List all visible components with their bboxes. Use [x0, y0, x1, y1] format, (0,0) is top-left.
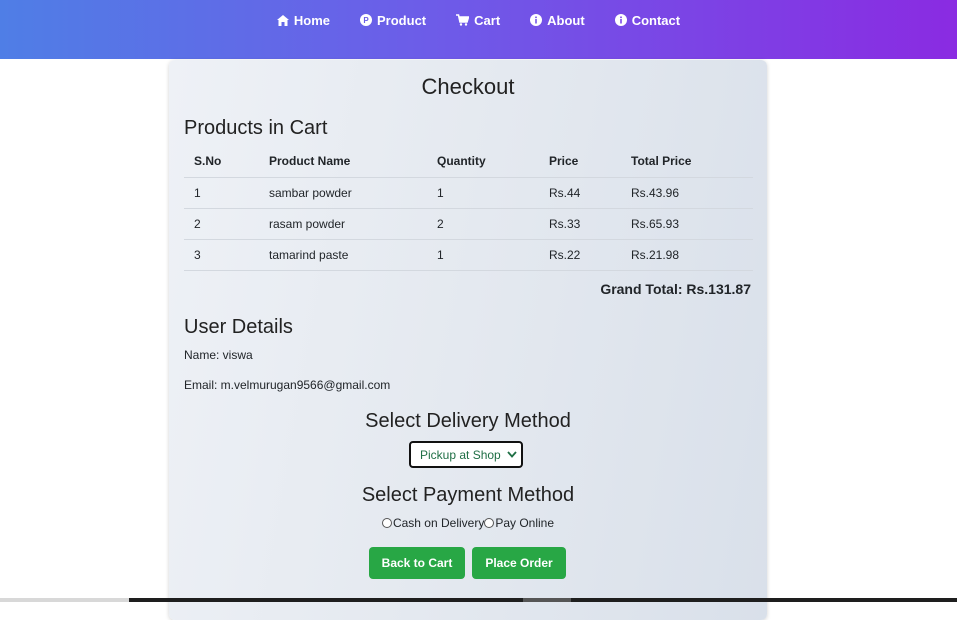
payment-online-radio[interactable]: Pay Online — [484, 516, 554, 530]
table-row: 1 sambar powder 1 Rs.44 Rs.43.96 — [184, 177, 753, 209]
cell-sno: 3 — [184, 239, 259, 271]
cell-total: Rs.65.93 — [621, 208, 753, 240]
user-email: Email: m.velmurugan9566@gmail.com — [184, 378, 391, 392]
cell-quantity: 1 — [427, 177, 539, 209]
info-icon — [530, 14, 543, 26]
user-details-heading: User Details — [184, 316, 293, 338]
product-icon: P — [360, 14, 373, 26]
nav-product[interactable]: P Product — [345, 12, 441, 28]
table-row: 3 tamarind paste 1 Rs.22 Rs.21.98 — [184, 239, 753, 271]
horizontal-scrollbar[interactable] — [129, 598, 957, 602]
payment-cash-radio[interactable]: Cash on Delivery — [381, 516, 485, 530]
nav-about-label: About — [547, 12, 585, 28]
checkout-card: Checkout Products in Cart S.No Product N… — [169, 60, 767, 620]
page-title: Checkout — [421, 74, 515, 99]
cell-quantity: 1 — [427, 239, 539, 271]
products-heading: Products in Cart — [184, 117, 328, 139]
nav-contact[interactable]: Contact — [600, 12, 695, 28]
home-icon — [276, 14, 289, 26]
cell-product: rasam powder — [259, 208, 427, 240]
column-header: S.No — [194, 153, 222, 168]
grand-total: Grand Total: Rs.131.87 — [600, 281, 751, 297]
cell-product: sambar powder — [259, 177, 427, 209]
cell-price: Rs.33 — [539, 208, 621, 240]
payment-heading: Select Payment Method — [361, 484, 575, 506]
delivery-selected-value: Pickup at Shop — [420, 447, 501, 462]
nav-contact-label: Contact — [631, 12, 681, 28]
nav-cart-label: Cart — [474, 12, 501, 28]
payment-online-label: Pay Online — [495, 516, 555, 530]
column-header: Price — [549, 153, 579, 168]
place-order-button[interactable]: Place Order — [472, 547, 566, 579]
nav-home-label: Home — [293, 12, 331, 28]
cell-sno: 1 — [184, 177, 259, 209]
cell-product: tamarind paste — [259, 239, 427, 271]
top-navbar: Home P Product Cart About Contact — [0, 0, 957, 59]
cell-price: Rs.44 — [539, 177, 621, 209]
payment-options: Cash on Delivery Pay Online — [169, 516, 767, 530]
table-header-row: S.No Product Name Quantity Price Total P… — [184, 144, 753, 178]
radio-circle[interactable] — [484, 518, 495, 528]
column-header: Total Price — [631, 153, 692, 168]
nav-home[interactable]: Home — [262, 12, 345, 28]
svg-text:P: P — [363, 16, 369, 25]
info-icon — [614, 14, 627, 26]
scrollbar-thumb[interactable] — [523, 598, 571, 602]
radio-circle[interactable] — [381, 518, 392, 528]
column-header: Product Name — [269, 153, 351, 168]
cell-quantity: 2 — [427, 208, 539, 240]
chevron-down-icon — [507, 451, 517, 458]
delivery-method-select[interactable]: Pickup at Shop — [409, 441, 523, 468]
cart-table: S.No Product Name Quantity Price Total P… — [184, 144, 753, 271]
nav-cart[interactable]: Cart — [441, 12, 515, 28]
back-to-cart-button[interactable]: Back to Cart — [369, 547, 465, 579]
cell-sno: 2 — [184, 208, 259, 240]
cell-total: Rs.21.98 — [621, 239, 753, 271]
column-header: Quantity — [437, 153, 486, 168]
table-row: 2 rasam powder 2 Rs.33 Rs.65.93 — [184, 208, 753, 240]
nav-about[interactable]: About — [515, 12, 600, 28]
nav-list: Home P Product Cart About Contact — [0, 12, 957, 28]
taskbar-left — [0, 598, 129, 602]
payment-cash-label: Cash on Delivery — [392, 516, 485, 530]
cell-price: Rs.22 — [539, 239, 621, 271]
cart-icon — [456, 14, 470, 26]
cell-total: Rs.43.96 — [621, 177, 753, 209]
delivery-heading: Select Delivery Method — [365, 410, 571, 432]
nav-product-label: Product — [377, 12, 427, 28]
user-name: Name: viswa — [184, 348, 253, 362]
